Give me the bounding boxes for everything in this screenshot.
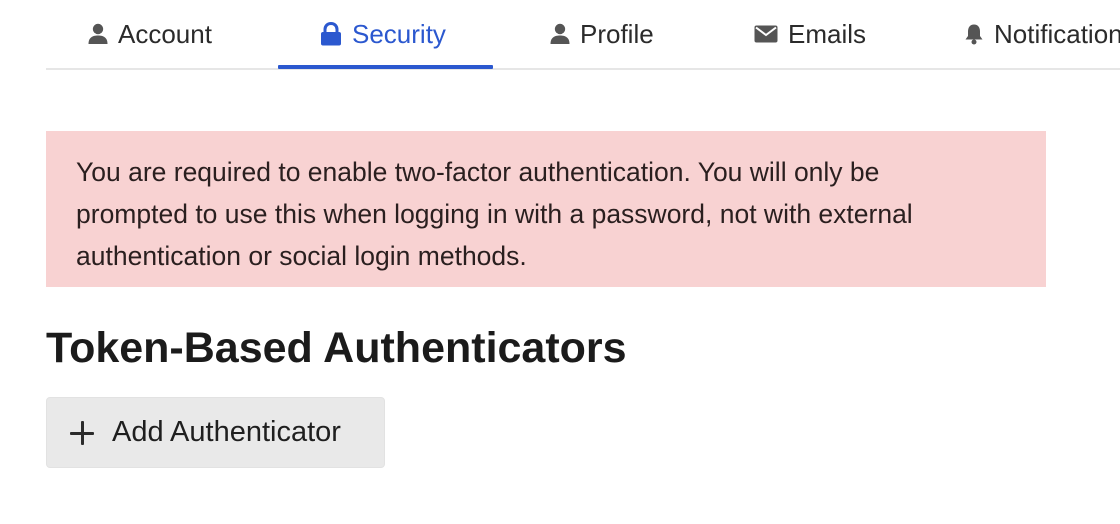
tab-emails[interactable]: Emails xyxy=(754,0,866,68)
settings-tabs: Account Security Profile Emails Notifica… xyxy=(46,0,1120,70)
user-icon xyxy=(550,23,570,45)
tab-emails-label: Emails xyxy=(788,18,867,49)
bell-icon xyxy=(964,23,984,45)
tab-profile[interactable]: Profile xyxy=(550,0,654,68)
add-authenticator-button[interactable]: Add Authenticator xyxy=(46,397,385,468)
two-factor-alert: You are required to enable two-factor au… xyxy=(46,131,1046,287)
active-tab-indicator xyxy=(278,65,493,69)
plus-icon xyxy=(69,420,95,446)
tab-notifications-label: Notifications xyxy=(994,18,1120,49)
tab-security[interactable]: Security xyxy=(320,0,446,68)
tab-account-label: Account xyxy=(118,18,212,49)
add-authenticator-label: Add Authenticator xyxy=(112,416,341,448)
tab-account[interactable]: Account xyxy=(88,0,212,68)
section-title: Token-Based Authenticators xyxy=(46,324,627,372)
user-icon xyxy=(88,23,108,45)
alert-message: You are required to enable two-factor au… xyxy=(76,157,913,271)
tab-profile-label: Profile xyxy=(580,18,654,49)
envelope-icon xyxy=(754,25,778,43)
tab-security-label: Security xyxy=(352,18,446,49)
tab-notifications[interactable]: Notifications xyxy=(964,0,1120,68)
lock-icon xyxy=(320,22,342,46)
